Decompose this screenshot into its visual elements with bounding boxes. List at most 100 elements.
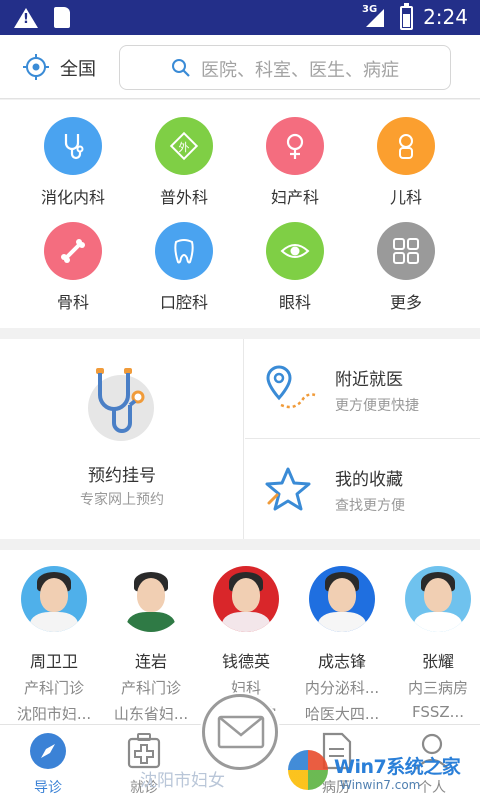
- windows-logo-icon: [288, 750, 328, 790]
- category-label: 骨科: [56, 293, 89, 312]
- category-label: 口腔科: [159, 293, 208, 312]
- watermark: Win7系统之家 Winwin7.com: [282, 744, 478, 800]
- locate-icon[interactable]: [23, 54, 49, 80]
- location-selector[interactable]: 全国: [60, 55, 96, 81]
- avatar-body: [318, 612, 366, 632]
- avatar-body: [127, 612, 175, 632]
- category-pediatrics[interactable]: 儿科: [351, 117, 461, 217]
- nearby-subtitle: 更方便更快捷: [335, 398, 419, 414]
- avatar-face: [40, 578, 68, 612]
- appointment-title: 预约挂号: [88, 466, 156, 486]
- avatar: [118, 566, 184, 632]
- category-gastro[interactable]: 消化内科: [18, 117, 128, 217]
- avatar: [405, 566, 471, 632]
- grid-icon: [393, 238, 419, 264]
- medical-cross-icon: [124, 731, 164, 771]
- doctor-name: 钱德英: [221, 652, 270, 671]
- stethoscope-icon: [96, 368, 145, 433]
- category-circle: [377, 222, 435, 280]
- search-placeholder: 医院、科室、医生、病症: [201, 60, 399, 81]
- category-circle: 外: [155, 117, 213, 175]
- compass-icon: [28, 731, 68, 771]
- doctor-dept: 内分泌科...: [304, 679, 380, 697]
- warning-icon: [14, 8, 38, 28]
- clock: 2:24: [423, 5, 468, 29]
- avatar-body: [222, 612, 270, 632]
- baby-icon: [399, 134, 413, 159]
- favorites-card[interactable]: 我的收藏 查找更方便: [245, 439, 480, 539]
- favorites-title: 我的收藏: [335, 470, 403, 490]
- doctor-card[interactable]: 成志锋 内分泌科... 哈医大四...: [292, 566, 392, 724]
- tab-guide[interactable]: 导诊: [0, 731, 96, 797]
- nearby-title: 附近就医: [335, 370, 403, 390]
- sd-card-icon: [54, 7, 70, 28]
- category-dental[interactable]: 口腔科: [129, 222, 239, 322]
- avatar: [21, 566, 87, 632]
- avatar-body: [414, 612, 462, 632]
- category-label: 儿科: [389, 188, 422, 207]
- category-ophthalmology[interactable]: 眼科: [240, 222, 350, 322]
- category-label: 消化内科: [40, 188, 105, 207]
- top-bar: 全国 医院、科室、医生、病症: [0, 35, 480, 99]
- avatar-face: [328, 578, 356, 612]
- status-bar: 3G 2:24: [0, 0, 480, 35]
- doctor-dept: 产科门诊: [23, 679, 84, 697]
- category-circle: [44, 117, 102, 175]
- category-orthopedics[interactable]: 骨科: [18, 222, 128, 322]
- category-label: 妇产科: [270, 188, 319, 207]
- category-circle: [377, 117, 435, 175]
- doctor-dept: 内三病房: [407, 679, 468, 697]
- category-label: 眼科: [278, 293, 311, 312]
- stethoscope-icon: [64, 134, 84, 160]
- doctor-name: 周卫卫: [29, 652, 78, 671]
- female-icon: [286, 133, 304, 159]
- appointment-subtitle: 专家网上预约: [80, 492, 164, 508]
- watermark-brand: Win7系统之家: [334, 756, 461, 778]
- avatar-body: [30, 612, 78, 632]
- mail-icon: [217, 715, 265, 749]
- signal-icon: [366, 9, 384, 27]
- doctor-card[interactable]: 张耀 内三病房 FSSZ...: [388, 566, 480, 721]
- category-circle: [266, 117, 324, 175]
- star-icon: [265, 467, 311, 511]
- search-input[interactable]: 医院、科室、医生、病症: [119, 45, 451, 90]
- favorites-subtitle: 查找更方便: [335, 498, 405, 514]
- category-general-surgery[interactable]: 外 普外科: [129, 117, 239, 217]
- category-more[interactable]: 更多: [351, 222, 461, 322]
- map-pin-icon: [266, 365, 316, 409]
- doctor-hospital: 山东省妇...: [113, 705, 189, 723]
- overlay-text: 沈阳市妇女: [140, 771, 225, 791]
- message-button[interactable]: [202, 694, 278, 770]
- doctor-hospital: FSSZ...: [412, 703, 464, 721]
- doctor-name: 成志锋: [317, 652, 366, 671]
- category-obstetrics[interactable]: 妇产科: [240, 117, 350, 217]
- appointment-card[interactable]: 预约挂号 专家网上预约: [0, 339, 244, 539]
- svg-text:外: 外: [179, 141, 190, 154]
- avatar-face: [137, 578, 165, 612]
- department-grid: 消化内科 外 普外科 妇产科 儿科 骨科 口腔科 眼科 更多: [0, 100, 480, 328]
- doctor-card[interactable]: 周卫卫 产科门诊 沈阳市妇...: [4, 566, 104, 724]
- tab-label: 导诊: [34, 780, 62, 796]
- doctor-name: 连岩: [134, 652, 167, 671]
- category-circle: [44, 222, 102, 280]
- avatar-face: [232, 578, 260, 612]
- service-panel: 预约挂号 专家网上预约 附近就医 更方便更快捷 我的收藏 查找更方便: [0, 339, 480, 539]
- doctor-card[interactable]: 连岩 产科门诊 山东省妇...: [101, 566, 201, 724]
- search-icon: [172, 59, 190, 77]
- doctor-hospital: 沈阳市妇...: [16, 705, 92, 723]
- avatar: [309, 566, 375, 632]
- category-label: 普外科: [159, 188, 208, 207]
- doctor-hospital: 哈医大四...: [304, 705, 380, 723]
- doctor-name: 张耀: [421, 652, 454, 671]
- avatar: [213, 566, 279, 632]
- battery-icon: [400, 3, 413, 30]
- wai-badge-icon: 外: [169, 131, 199, 161]
- category-circle: [266, 222, 324, 280]
- eye-icon: [280, 244, 310, 258]
- bone-icon: [61, 239, 85, 263]
- category-label: 更多: [389, 293, 422, 312]
- doctor-dept: 产科门诊: [120, 679, 181, 697]
- watermark-url: Winwin7.com: [340, 778, 421, 792]
- avatar-face: [424, 578, 452, 612]
- nearby-card[interactable]: 附近就医 更方便更快捷: [245, 339, 480, 439]
